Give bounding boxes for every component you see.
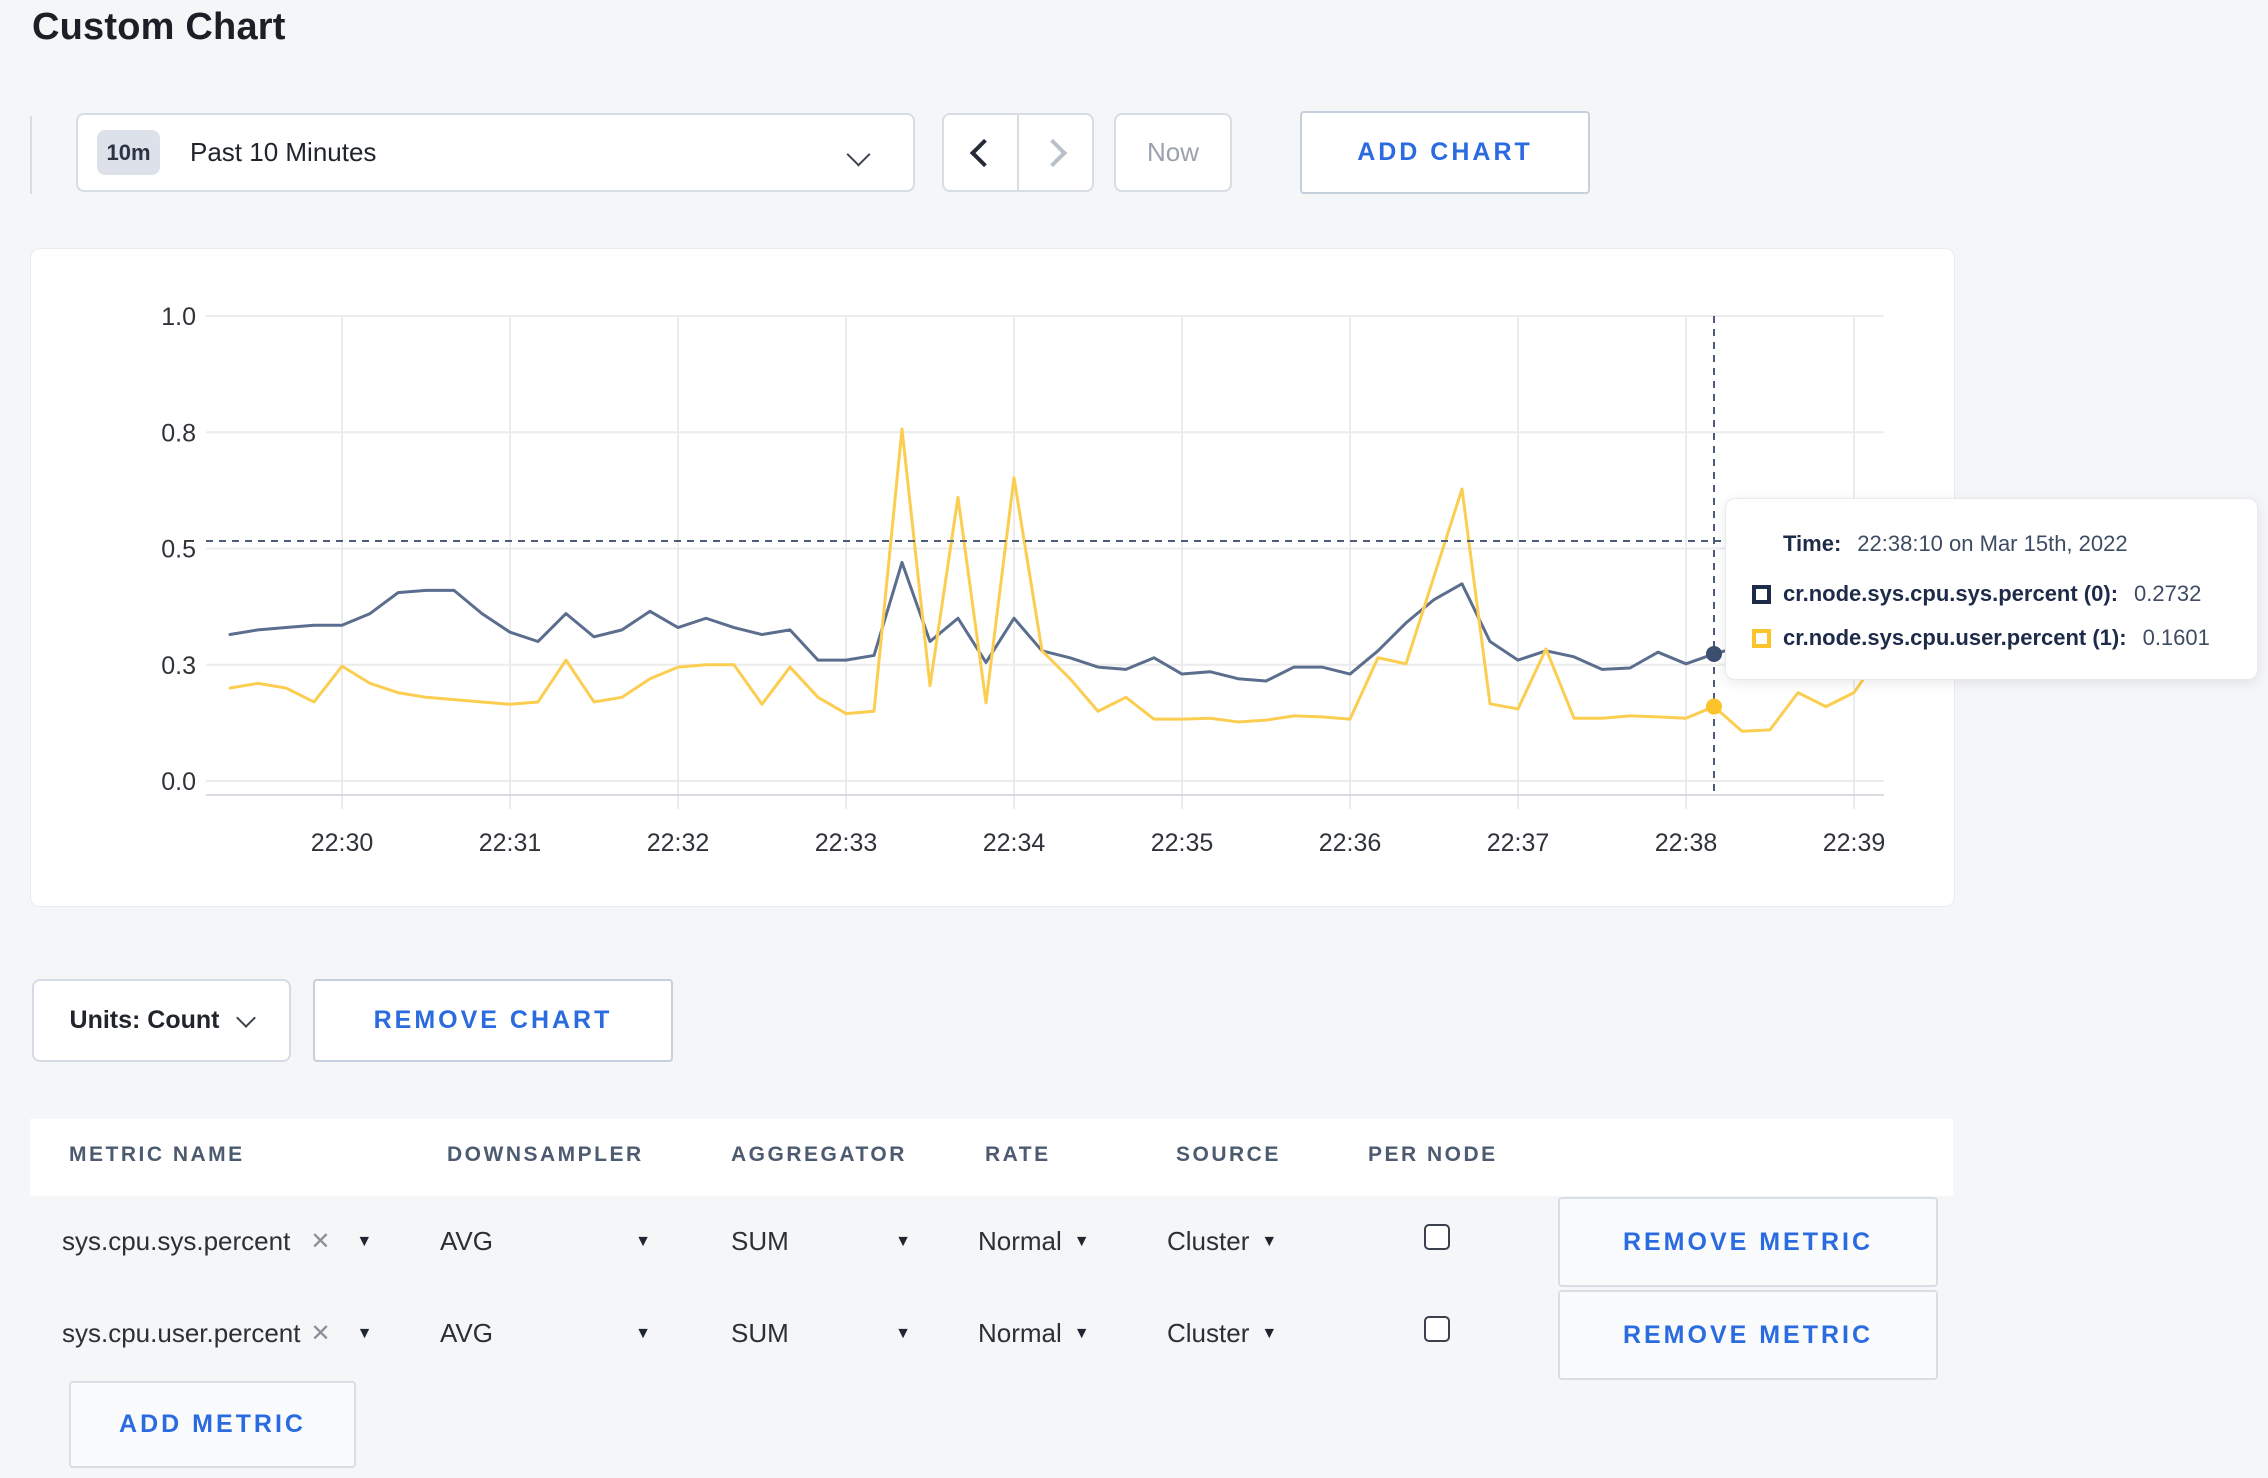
tooltip-series-value: 0.1601: [2142, 625, 2210, 650]
time-window-badge: 10m: [97, 130, 160, 175]
y-axis-tick-label: 1.0: [161, 303, 196, 331]
caret-down-icon: ▼: [1261, 1324, 1278, 1342]
x-axis-tick-label: 22:30: [311, 829, 374, 857]
rate-cell[interactable]: Normal ▼: [978, 1226, 1090, 1257]
hover-dot: [1706, 698, 1722, 715]
tooltip-series-row: cr.node.sys.cpu.user.percent (1): 0.1601: [1752, 625, 2243, 651]
x-axis-tick-label: 22:33: [815, 829, 878, 857]
series-swatch-icon: [1752, 584, 1771, 604]
time-back-button[interactable]: [944, 115, 1017, 190]
time-series-chart[interactable]: 0.0 0.3 0.5 0.8 1.0 22:30 22:31 22:32 22:33 22:34…: [31, 249, 1954, 906]
caret-down-icon[interactable]: ▼: [357, 1325, 373, 1343]
header-downsampler: DOWNSAMPLER: [447, 1143, 644, 1166]
source-cell[interactable]: Cluster ▼: [1167, 1318, 1277, 1349]
downsampler-value: AVG: [440, 1318, 493, 1348]
time-window-label: Past 10 Minutes: [190, 137, 377, 167]
remove-metric-button[interactable]: REMOVE METRIC: [1558, 1290, 1938, 1380]
per-node-checkbox[interactable]: [1424, 1316, 1450, 1342]
tooltip-time-label: Time:: [1783, 531, 1842, 556]
tooltip-series-row: cr.node.sys.cpu.sys.percent (0): 0.2732: [1752, 581, 2243, 607]
metric-row: sys.cpu.sys.percent ✕ ▼ AVG ▼ SUM ▼ Norm…: [30, 1196, 1953, 1290]
caret-down-icon: ▼: [895, 1232, 911, 1250]
metric-name: sys.cpu.user.percent: [62, 1318, 301, 1348]
metric-name: sys.cpu.sys.percent: [62, 1226, 291, 1256]
x-axis-tick-label: 22:34: [983, 829, 1046, 857]
per-node-checkbox[interactable]: [1424, 1224, 1450, 1250]
now-button[interactable]: Now: [1114, 113, 1232, 192]
header-aggregator: AGGREGATOR: [731, 1143, 907, 1166]
time-window-dropdown[interactable]: 10m Past 10 Minutes: [76, 113, 915, 192]
caret-down-icon: ▼: [1073, 1324, 1090, 1342]
metric-row: sys.cpu.user.percent ✕ ▼ AVG ▼ SUM ▼ Nor…: [30, 1290, 1953, 1384]
downsampler-cell[interactable]: AVG ▼: [440, 1318, 651, 1349]
metrics-table-header: METRIC NAME DOWNSAMPLER AGGREGATOR RATE …: [30, 1119, 1953, 1196]
chart-tooltip: Time: 22:38:10 on Mar 15th, 2022 cr.node…: [1725, 498, 2258, 680]
units-dropdown[interactable]: Units: Count: [32, 979, 291, 1062]
metric-name-cell: sys.cpu.user.percent ✕ ▼: [62, 1318, 372, 1349]
chevron-down-icon: [846, 142, 871, 167]
time-forward-button[interactable]: [1017, 115, 1092, 190]
page-title: Custom Chart: [32, 6, 286, 48]
x-axis-tick-label: 22:38: [1655, 829, 1718, 857]
tooltip-series-value: 0.2732: [2134, 581, 2202, 606]
series-line-cr.node.sys.cpu.user.percent: [228, 427, 1884, 733]
tooltip-series-name: cr.node.sys.cpu.user.percent (1):: [1783, 625, 2127, 650]
x-axis-tick-label: 22:31: [479, 829, 542, 857]
chevron-right-icon: [1038, 138, 1067, 167]
downsampler-cell[interactable]: AVG ▼: [440, 1226, 651, 1257]
header-source: SOURCE: [1176, 1143, 1281, 1166]
header-per-node: PER NODE: [1368, 1143, 1498, 1166]
hover-dot: [1706, 645, 1722, 662]
tooltip-time-row: Time: 22:38:10 on Mar 15th, 2022: [1783, 531, 2243, 557]
chevron-left-icon: [969, 138, 998, 167]
tooltip-series-name: cr.node.sys.cpu.sys.percent (0):: [1783, 581, 2119, 606]
y-axis-tick-label: 0.5: [161, 536, 196, 564]
rate-value: Normal: [978, 1226, 1062, 1256]
x-axis-tick-label: 22:32: [647, 829, 710, 857]
header-rate: RATE: [985, 1143, 1051, 1166]
source-value: Cluster: [1167, 1226, 1250, 1256]
chart-card: 0.0 0.3 0.5 0.8 1.0 22:30 22:31 22:32 22:33 22:34…: [30, 248, 1955, 907]
x-axis-tick-label: 22:39: [1823, 829, 1886, 857]
aggregator-cell[interactable]: SUM ▼: [731, 1226, 911, 1257]
y-axis-tick-label: 0.8: [161, 419, 196, 447]
source-value: Cluster: [1167, 1318, 1250, 1348]
x-axis-tick-label: 22:35: [1151, 829, 1214, 857]
caret-down-icon[interactable]: ▼: [356, 1233, 372, 1251]
caret-down-icon: ▼: [895, 1324, 911, 1342]
header-metric-name: METRIC NAME: [69, 1143, 245, 1166]
caret-down-icon: ▼: [1073, 1232, 1090, 1250]
remove-chart-button[interactable]: REMOVE CHART: [313, 979, 673, 1062]
tooltip-time-value: 22:38:10 on Mar 15th, 2022: [1857, 531, 2128, 556]
series-swatch-icon: [1752, 628, 1771, 648]
units-label: Units: Count: [69, 1006, 220, 1034]
aggregator-value: SUM: [731, 1226, 789, 1256]
toolbar-divider: [30, 116, 32, 194]
caret-down-icon: ▼: [635, 1324, 651, 1342]
aggregator-value: SUM: [731, 1318, 789, 1348]
caret-down-icon: ▼: [1261, 1232, 1278, 1250]
aggregator-cell[interactable]: SUM ▼: [731, 1318, 911, 1349]
source-cell[interactable]: Cluster ▼: [1167, 1226, 1277, 1257]
add-metric-button[interactable]: ADD METRIC: [69, 1381, 356, 1468]
chevron-down-icon: [236, 1007, 257, 1028]
remove-metric-button[interactable]: REMOVE METRIC: [1558, 1197, 1938, 1287]
x-axis-tick-label: 22:37: [1487, 829, 1550, 857]
time-nav-group: [942, 113, 1094, 192]
caret-down-icon: ▼: [635, 1232, 651, 1250]
rate-cell[interactable]: Normal ▼: [978, 1318, 1090, 1349]
remove-x-icon[interactable]: ✕: [310, 1319, 330, 1348]
y-axis-tick-label: 0.3: [161, 652, 196, 680]
downsampler-value: AVG: [440, 1226, 493, 1256]
remove-x-icon[interactable]: ✕: [310, 1227, 330, 1256]
add-chart-button[interactable]: ADD CHART: [1300, 111, 1590, 194]
y-axis-tick-label: 0.0: [161, 768, 196, 796]
x-axis-tick-label: 22:36: [1319, 829, 1382, 857]
rate-value: Normal: [978, 1318, 1062, 1348]
metric-name-cell: sys.cpu.sys.percent ✕ ▼: [62, 1226, 372, 1257]
